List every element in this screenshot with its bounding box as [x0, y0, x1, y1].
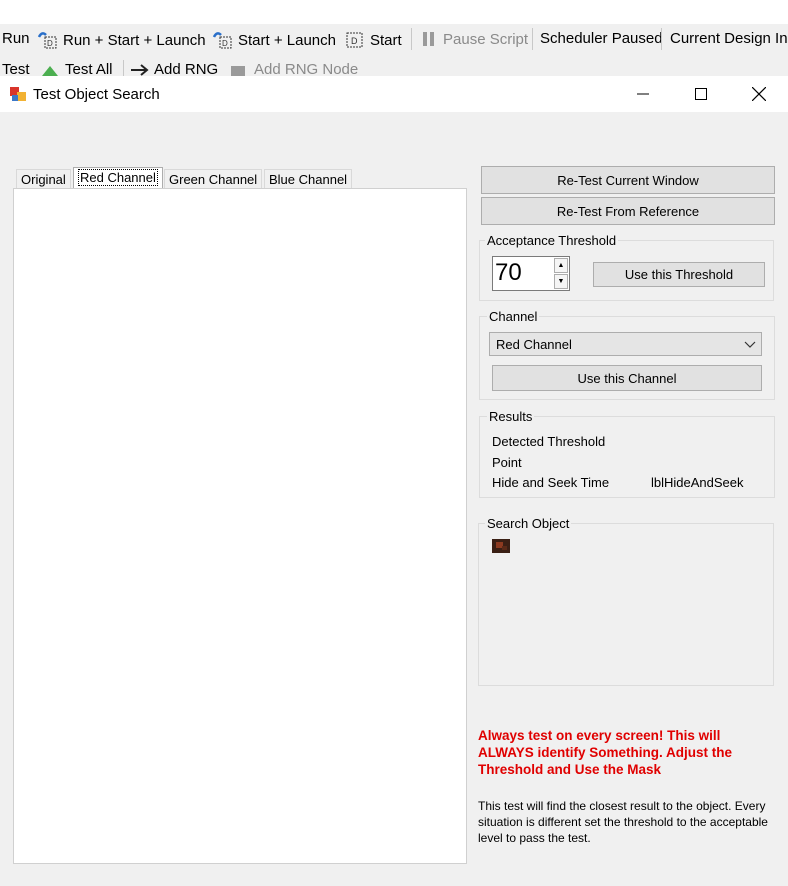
point-label: Point: [492, 455, 522, 470]
threshold-up-button[interactable]: ▲: [554, 258, 568, 273]
threshold-value: 70: [495, 259, 522, 286]
channel-select[interactable]: Red Channel: [489, 332, 762, 356]
toolbar-scheduler-status[interactable]: Scheduler Paused: [540, 30, 663, 47]
tab-red-channel[interactable]: Red Channel: [73, 167, 163, 189]
hide-seek-time-value: lblHideAndSeek: [651, 475, 744, 490]
start-icon: D: [346, 32, 363, 48]
use-threshold-button[interactable]: Use this Threshold: [593, 262, 765, 287]
dialog-titlebar: Test Object Search: [0, 76, 788, 112]
toolbar-add-rng-node-button[interactable]: Add RNG Node: [229, 61, 358, 76]
test-object-search-dialog: Test Object Search Original Red Channel …: [0, 76, 788, 886]
threshold-down-button[interactable]: ▼: [554, 274, 568, 289]
background-app-titlebar: [0, 0, 788, 24]
toolbar-test-all-button[interactable]: Test All: [40, 61, 113, 76]
tab-blue-channel[interactable]: Blue Channel: [264, 169, 353, 189]
warning-text: Always test on every screen! This will A…: [478, 728, 733, 777]
background-toolbar-row1: Run D Run + Start + Launch D Start + Lau…: [0, 24, 788, 54]
toolbar-run-button[interactable]: Run: [2, 30, 30, 47]
add-rng-node-icon: [231, 65, 245, 76]
toolbar-pause-script-button[interactable]: Pause Script: [420, 30, 528, 48]
channel-label: Channel: [487, 309, 540, 324]
tab-original[interactable]: Original: [16, 169, 71, 189]
background-toolbar-row2: Test Test All Add RNG Add RNG Node: [0, 54, 788, 76]
maximize-button[interactable]: [672, 76, 730, 112]
retest-current-window-button[interactable]: Re-Test Current Window: [481, 166, 775, 194]
test-all-icon: [42, 65, 58, 76]
chevron-down-icon: [744, 341, 756, 348]
toolbar-run-start-launch-button[interactable]: D Run + Start + Launch: [36, 30, 206, 50]
toolbar-separator: [661, 28, 662, 50]
results-label: Results: [487, 409, 535, 424]
chevron-down-icon: ▼: [557, 278, 565, 285]
toolbar-current-design[interactable]: Current Design Ins: [670, 30, 788, 47]
search-object-label: Search Object: [485, 516, 572, 531]
toolbar-separator: [532, 28, 533, 50]
threshold-numeric-input[interactable]: 70 ▲ ▼: [492, 256, 570, 291]
tab-green-channel[interactable]: Green Channel: [164, 169, 263, 189]
toolbar-add-rng-button[interactable]: Add RNG: [129, 61, 218, 76]
toolbar-separator: [411, 28, 412, 50]
toolbar-test-button[interactable]: Test: [2, 61, 30, 76]
use-channel-button[interactable]: Use this Channel: [492, 365, 762, 391]
minimize-button[interactable]: [614, 76, 672, 112]
close-button[interactable]: [730, 76, 788, 112]
toolbar-separator: [123, 60, 124, 76]
run-start-launch-icon: D: [37, 32, 57, 49]
svg-text:D: D: [47, 39, 53, 48]
search-object-thumbnail: [492, 539, 510, 553]
search-object-group: [478, 523, 774, 686]
retest-from-reference-button[interactable]: Re-Test From Reference: [481, 197, 775, 225]
app-icon: [10, 87, 26, 101]
start-launch-icon: D: [212, 32, 232, 49]
toolbar-start-button[interactable]: D Start: [345, 30, 402, 50]
svg-text:D: D: [222, 39, 228, 48]
detected-threshold-label: Detected Threshold: [492, 434, 606, 449]
pause-icon: [423, 32, 434, 46]
toolbar-start-launch-button[interactable]: D Start + Launch: [211, 30, 336, 50]
svg-text:D: D: [351, 36, 358, 46]
channel-image-panel: [13, 188, 467, 864]
chevron-up-icon: ▲: [557, 262, 565, 269]
close-icon: [752, 87, 766, 101]
hide-seek-time-label: Hide and Seek Time: [492, 475, 610, 490]
channel-select-value: Red Channel: [496, 337, 572, 352]
dialog-title: Test Object Search: [33, 86, 160, 103]
add-rng-icon: [131, 63, 149, 76]
maximize-icon: [695, 88, 707, 100]
minimize-icon: [637, 93, 649, 95]
acceptance-threshold-label: Acceptance Threshold: [485, 233, 619, 248]
info-text: This test will find the closest result t…: [478, 799, 768, 845]
